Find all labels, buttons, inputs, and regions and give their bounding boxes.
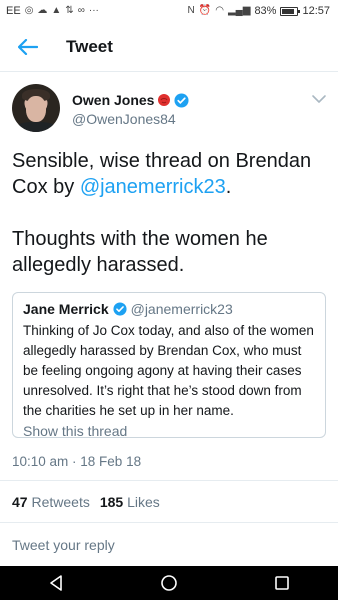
battery-icon xyxy=(280,6,301,16)
reply-input[interactable]: Tweet your reply xyxy=(12,537,115,553)
quoted-tweet-header: Jane Merrick @janemerrick23 xyxy=(23,301,315,317)
nav-back-button[interactable] xyxy=(36,568,76,598)
chevron-down-icon[interactable] xyxy=(310,92,328,106)
wifi-icon: ◠ xyxy=(215,5,224,16)
retweets-stat[interactable]: 47 Retweets xyxy=(12,494,90,510)
more-notifications-icon: ··· xyxy=(88,5,99,16)
author-name[interactable]: Owen Jones xyxy=(72,92,154,108)
author-name-row: Owen Jones xyxy=(72,92,189,108)
avatar[interactable] xyxy=(12,84,60,132)
circle-home-icon xyxy=(161,575,177,591)
battery-percent: 83% xyxy=(254,5,277,17)
nfc-icon: N xyxy=(187,5,195,16)
tweet-timestamp: 10:10 am · 18 Feb 18 xyxy=(12,454,142,469)
divider xyxy=(0,522,338,523)
quoted-author-name: Jane Merrick xyxy=(23,301,109,317)
quoted-author-handle: @janemerrick23 xyxy=(130,301,233,317)
triangle-back-icon xyxy=(50,575,63,591)
battery-fill xyxy=(282,8,295,14)
rose-emoji-icon xyxy=(158,94,171,106)
verified-badge-icon xyxy=(113,302,127,316)
author-handle[interactable]: @OwenJones84 xyxy=(72,111,176,127)
likes-count: 185 xyxy=(99,494,124,510)
notification-icon: ▲ xyxy=(51,5,62,16)
app-header: Tweet xyxy=(0,22,338,72)
whatsapp-icon: ◎ xyxy=(24,5,34,16)
page-title: Tweet xyxy=(66,36,113,56)
retweets-count: 47 xyxy=(12,494,28,510)
mention-link[interactable]: @janemerrick23 xyxy=(80,176,226,198)
clock: 12:57 xyxy=(302,5,330,17)
quoted-tweet[interactable]: Jane Merrick @janemerrick23 Thinking of … xyxy=(12,292,326,439)
status-bar-left: EE ◎ ☁ ▲ ⇅ ∞ ··· xyxy=(6,5,99,17)
nav-home-button[interactable] xyxy=(149,568,189,598)
status-bar-right: N ⏰ ◠ ▂▄▆ 83% 12:57 xyxy=(188,5,330,17)
show-thread-link[interactable]: Show this thread xyxy=(23,423,315,439)
tweet-text: Sensible, wise thread on Brendan Cox by … xyxy=(12,148,328,304)
verified-badge-icon xyxy=(174,92,189,108)
back-button[interactable] xyxy=(0,22,56,72)
alarm-icon: ⏰ xyxy=(198,5,212,16)
tweet-stats: 47 Retweets 185 Likes xyxy=(12,494,160,510)
retweets-label: Retweets xyxy=(31,494,90,510)
square-recents-icon xyxy=(274,576,289,590)
likes-label: Likes xyxy=(127,494,160,510)
tweet-paragraph-2: Thoughts with the women he allegedly har… xyxy=(12,228,268,276)
divider xyxy=(0,480,338,481)
nav-recents-button[interactable] xyxy=(262,568,302,598)
tweet-text-part: . xyxy=(225,176,232,198)
cloud-icon: ☁ xyxy=(37,5,48,16)
status-bar: EE ◎ ☁ ▲ ⇅ ∞ ··· N ⏰ ◠ ▂▄▆ 83% 12:57 xyxy=(0,0,338,22)
quoted-tweet-text: Thinking of Jo Cox today, and also of th… xyxy=(23,323,314,418)
back-arrow-icon xyxy=(18,38,38,55)
sync-icon: ⇅ xyxy=(65,5,74,16)
system-nav-bar xyxy=(0,566,338,600)
signal-icon: ▂▄▆ xyxy=(227,5,251,16)
likes-stat[interactable]: 185 Likes xyxy=(100,494,160,510)
link-icon: ∞ xyxy=(77,5,85,16)
tweet-paragraph-1: Sensible, wise thread on Brendan Cox by … xyxy=(12,148,328,200)
carrier-label: EE xyxy=(6,5,21,17)
tweet-author: Owen Jones @OwenJones84 xyxy=(0,84,338,140)
